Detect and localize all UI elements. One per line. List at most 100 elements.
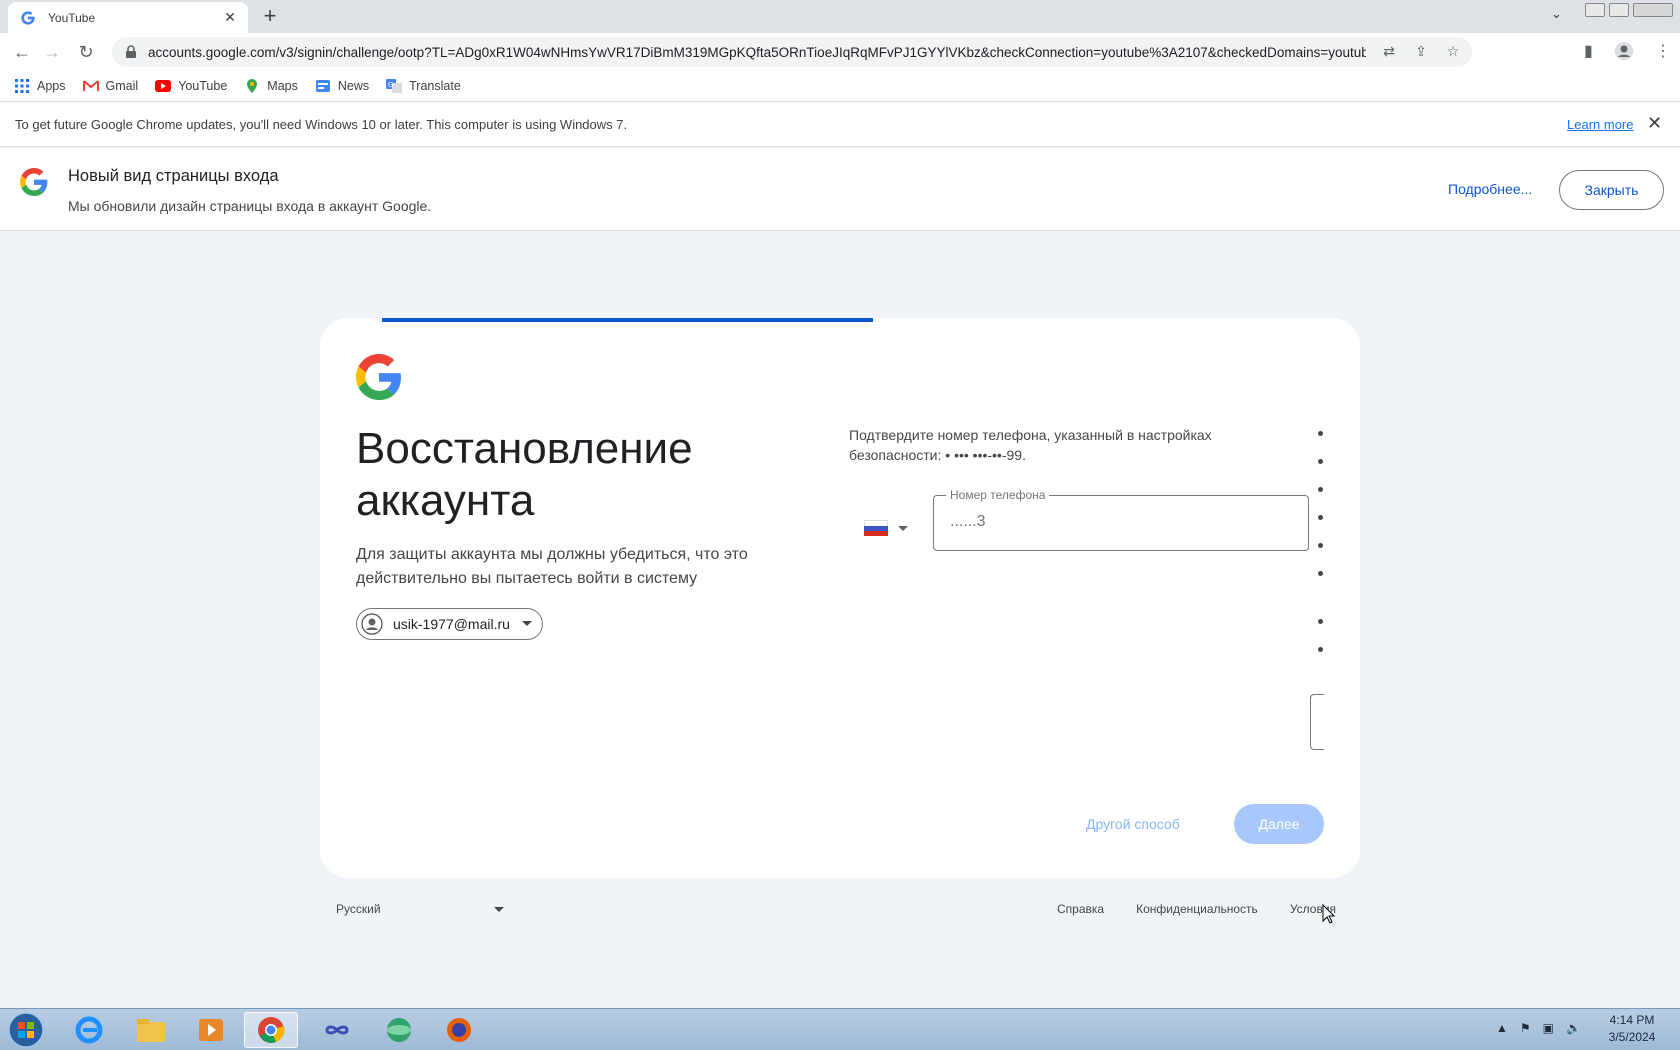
tab-youtube[interactable]: YouTube ✕ bbox=[8, 2, 248, 33]
russia-flag-icon bbox=[864, 520, 888, 536]
taskbar-ie-icon[interactable] bbox=[62, 1012, 116, 1048]
bookmark-label: Translate bbox=[409, 79, 461, 93]
account-chip[interactable]: usik-1977@mail.ru bbox=[356, 608, 543, 640]
taskbar-app-infinity-icon[interactable] bbox=[310, 1012, 364, 1048]
language-value: Русский bbox=[336, 902, 381, 916]
bookmark-gmail[interactable]: Gmail bbox=[82, 79, 139, 93]
page-title: Восстановление аккаунта bbox=[356, 424, 693, 525]
gmail-icon bbox=[82, 80, 99, 91]
help-link[interactable]: Справка bbox=[1057, 902, 1104, 916]
chevron-down-icon bbox=[521, 621, 532, 626]
new-signin-banner: Новый вид страницы входа Мы обновили диз… bbox=[0, 148, 1680, 231]
action-center-flag-icon[interactable]: ⚑ bbox=[1520, 1021, 1531, 1035]
youtube-icon bbox=[155, 80, 172, 92]
bookmark-star-icon[interactable]: ☆ bbox=[1444, 43, 1462, 61]
mouse-cursor-icon bbox=[1322, 904, 1336, 924]
menu-kebab-icon[interactable]: ⋮ bbox=[1655, 41, 1671, 61]
tab-close-icon[interactable]: ✕ bbox=[222, 9, 238, 26]
network-icon[interactable]: ▣ bbox=[1543, 1021, 1554, 1035]
recovery-card: Восстановление аккаунта Для защиты аккау… bbox=[320, 318, 1360, 878]
overlay-dot bbox=[1318, 515, 1323, 520]
taskbar-chrome-icon[interactable] bbox=[244, 1012, 298, 1048]
banner-more-link[interactable]: Подробнее... bbox=[1448, 181, 1532, 197]
taskbar-clock[interactable]: 4:14 PM 3/5/2024 bbox=[1596, 1012, 1668, 1046]
overlay-dot bbox=[1318, 431, 1323, 436]
window-close-button[interactable] bbox=[1633, 3, 1673, 17]
tab-search-chevron-icon[interactable]: ⌄ bbox=[1551, 6, 1562, 22]
url-text: accounts.google.com/v3/signin/challenge/… bbox=[148, 44, 1366, 60]
overlay-dot bbox=[1318, 619, 1323, 624]
bookmark-label: Maps bbox=[267, 79, 298, 93]
bookmark-label: News bbox=[337, 79, 370, 93]
bookmark-label: Gmail bbox=[105, 79, 139, 93]
taskbar-app-globe-icon[interactable] bbox=[372, 1012, 426, 1048]
language-select[interactable]: Русский bbox=[336, 902, 504, 916]
bookmark-label: Apps bbox=[37, 79, 66, 93]
address-bar[interactable]: accounts.google.com/v3/signin/challenge/… bbox=[112, 37, 1472, 67]
update-infobar: To get future Google Chrome updates, you… bbox=[0, 103, 1680, 147]
bookmark-maps[interactable]: Maps bbox=[244, 79, 298, 93]
bookmark-translate[interactable]: G Translate bbox=[386, 79, 461, 93]
bookmark-label: YouTube bbox=[178, 79, 228, 93]
google-logo-icon bbox=[356, 354, 401, 400]
overlay-dot bbox=[1318, 647, 1323, 652]
country-code-select[interactable] bbox=[864, 520, 908, 536]
browser-toolbar: ← → ↻ accounts.google.com/v3/signin/chal… bbox=[0, 33, 1680, 71]
translate-page-icon[interactable]: ⇄ bbox=[1380, 43, 1398, 61]
reload-icon[interactable]: ↻ bbox=[74, 41, 98, 63]
new-tab-button[interactable]: + bbox=[258, 5, 282, 29]
infobar-close-icon[interactable]: ✕ bbox=[1647, 113, 1662, 134]
svg-text:G: G bbox=[388, 81, 393, 89]
infobar-message: To get future Google Chrome updates, you… bbox=[15, 117, 628, 132]
next-button[interactable]: Далее bbox=[1234, 804, 1324, 844]
minimize-button[interactable] bbox=[1585, 3, 1605, 17]
apps-grid-icon bbox=[15, 79, 29, 93]
windows-start-icon[interactable] bbox=[4, 1011, 48, 1049]
bookmark-news[interactable]: News bbox=[315, 79, 369, 93]
clock-date: 3/5/2024 bbox=[1608, 1030, 1656, 1044]
page-content: Новый вид страницы входа Мы обновили диз… bbox=[0, 148, 1680, 1008]
partial-input-box[interactable] bbox=[1310, 694, 1324, 750]
news-icon bbox=[315, 80, 330, 92]
bookmarks-bar: Apps Gmail YouTube Maps News G Translate bbox=[0, 71, 1680, 102]
learn-more-link[interactable]: Learn more bbox=[1567, 117, 1633, 132]
side-panel-icon[interactable]: ▮ bbox=[1584, 41, 1593, 61]
tab-strip: YouTube ✕ + ⌄ bbox=[0, 0, 1680, 33]
chevron-down-icon bbox=[898, 525, 908, 531]
other-way-button[interactable]: Другой способ bbox=[1074, 804, 1192, 844]
google-logo-icon bbox=[20, 168, 48, 196]
restore-button[interactable] bbox=[1609, 3, 1629, 17]
profile-avatar-icon[interactable] bbox=[1614, 41, 1634, 66]
overlay-dot bbox=[1318, 571, 1323, 576]
overlay-dot bbox=[1318, 543, 1323, 548]
tab-title: YouTube bbox=[48, 10, 96, 25]
phone-field-label: Номер телефона bbox=[946, 488, 1050, 502]
privacy-link[interactable]: Конфиденциальность bbox=[1136, 902, 1258, 916]
clock-time: 4:14 PM bbox=[1609, 1013, 1655, 1027]
volume-muted-icon[interactable]: 🔈 bbox=[1566, 1021, 1581, 1035]
page-description: Для защиты аккаунта мы должны убедиться,… bbox=[356, 546, 748, 587]
back-arrow-icon[interactable]: ← bbox=[10, 41, 34, 63]
progress-bar bbox=[382, 318, 873, 322]
forward-arrow-icon[interactable]: → bbox=[40, 41, 64, 63]
bookmark-apps[interactable]: Apps bbox=[14, 79, 66, 93]
taskbar-media-player-icon[interactable] bbox=[184, 1012, 238, 1048]
banner-subtitle: Мы обновили дизайн страницы входа в акка… bbox=[68, 198, 432, 214]
share-icon[interactable]: ⇪ bbox=[1412, 43, 1430, 61]
taskbar-explorer-icon[interactable] bbox=[124, 1012, 178, 1048]
phone-number-input[interactable]: Номер телефона ......3 bbox=[933, 488, 1309, 551]
translate-icon: G bbox=[386, 79, 403, 93]
overlay-dot bbox=[1318, 459, 1323, 464]
google-favicon-icon bbox=[21, 10, 35, 25]
banner-close-button[interactable]: Закрыть bbox=[1559, 170, 1664, 210]
system-tray: ▲ ⚑ ▣ 🔈 bbox=[1496, 1021, 1581, 1035]
banner-title: Новый вид страницы входа bbox=[68, 167, 279, 185]
show-hidden-icons-icon[interactable]: ▲ bbox=[1496, 1021, 1508, 1035]
maps-icon bbox=[247, 79, 258, 93]
windows-taskbar: ▲ ⚑ ▣ 🔈 4:14 PM 3/5/2024 bbox=[0, 1008, 1680, 1050]
account-avatar-icon bbox=[361, 613, 383, 635]
chevron-down-icon bbox=[494, 907, 504, 912]
taskbar-firefox-icon[interactable] bbox=[432, 1012, 486, 1048]
bookmark-youtube[interactable]: YouTube bbox=[155, 79, 227, 93]
phone-field-value: ......3 bbox=[950, 513, 986, 530]
